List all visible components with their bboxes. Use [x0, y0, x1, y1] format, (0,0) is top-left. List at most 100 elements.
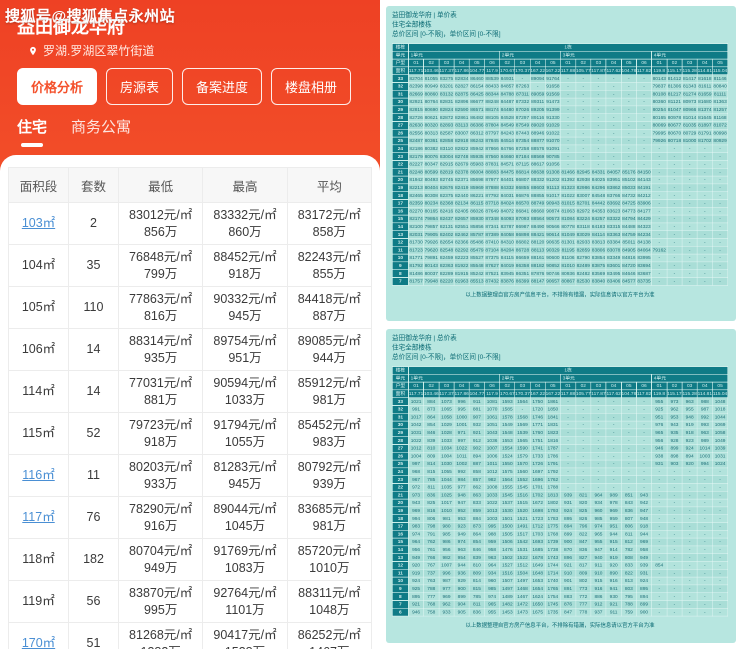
min-price-cell: 77863元/㎡ 816万	[117, 286, 204, 329]
type-label: 06	[484, 58, 500, 68]
area-segment-link[interactable]: 170㎡	[22, 636, 55, 649]
unit-price-cell: -	[681, 144, 698, 153]
tab-price-analysis[interactable]: 价格分析	[17, 68, 98, 105]
total-price-cell: 925	[651, 405, 668, 414]
table-row: 103㎡ 2 83012元/㎡ 856万 83332元/㎡ 860万 83172元/㎡ 858…	[8, 202, 373, 245]
total-price-cell: 952	[453, 506, 470, 515]
area-segment-link[interactable]: 103㎡	[22, 216, 55, 230]
price-total: 1467万	[289, 644, 370, 649]
unit-price-cell: -	[560, 97, 576, 107]
tab-photo-album[interactable]: 楼盘相册	[271, 68, 352, 105]
type-label: 05	[620, 381, 637, 391]
unit-price-cell: 83110	[438, 144, 455, 153]
unit-price-cell: -	[712, 214, 729, 224]
area-segment-link[interactable]: 116㎡	[22, 468, 54, 482]
unit-price-cell: 86677	[468, 97, 485, 107]
unit-price-cell: 85011	[620, 238, 637, 247]
unit-price-cell: 83862	[605, 183, 622, 192]
unit-price-cell: 87410	[484, 238, 500, 247]
total-price-cell: 1065	[438, 405, 455, 414]
unit-price-cell: -	[696, 238, 713, 247]
total-price-cell: 1696	[529, 475, 546, 484]
total-price-cell: -	[575, 412, 592, 422]
total-price-cell: -	[636, 475, 652, 484]
category-residential[interactable]: 住宅	[17, 116, 47, 147]
unit-price-cell: 88344	[484, 89, 500, 99]
total-price-cell: 900	[453, 584, 470, 593]
unit-group: 2单元	[499, 50, 561, 60]
unit-price-cell: 83495	[605, 269, 622, 278]
tab-listing-table[interactable]: 房源表	[106, 68, 174, 105]
total-price-cell: -	[560, 475, 576, 484]
floor-label: 26	[391, 451, 409, 461]
total-price-cell: -	[620, 444, 637, 453]
total-price-cell: 894	[560, 522, 576, 531]
total-price-cell: -	[620, 420, 637, 430]
price-per-sqm: 83172元/㎡	[297, 208, 361, 223]
floor-label: 30	[391, 97, 409, 107]
floor-label: 10	[391, 253, 409, 263]
unit-price-cell: 82459	[438, 253, 455, 263]
unit-price-cell: 82986	[575, 183, 592, 192]
price-per-sqm: 81283元/㎡	[213, 460, 277, 475]
total-price-cell: 931	[636, 568, 652, 578]
unit-price-cell: -	[651, 277, 668, 286]
unit-price-cell: 83078	[605, 245, 622, 255]
area-cell: 119㎡	[8, 580, 69, 623]
unit-price-cell: 82220	[438, 277, 455, 286]
total-price-cell: 1530	[499, 506, 516, 515]
area-label: 117.71	[408, 66, 425, 75]
total-price-cell: 857	[468, 475, 485, 484]
unit-price-cell: -	[681, 261, 698, 270]
unit-price-cell: 88576	[529, 144, 546, 153]
unit-price-cell: 86115	[468, 199, 485, 208]
type-label: 03	[438, 381, 455, 391]
avg-price-cell: 86252元/㎡1467万	[286, 622, 373, 649]
unit-price-cell: -	[590, 105, 607, 114]
unit-price-cell: -	[620, 121, 637, 130]
unit-price-cell: 82859	[575, 245, 592, 255]
unit-price-cell: -	[636, 128, 652, 138]
unit-price-cell: 87804	[484, 121, 500, 130]
total-price-cell: 1022	[484, 498, 500, 508]
unit-price-cell: 82676	[438, 183, 455, 192]
unit-price-cell: 80599	[423, 167, 440, 177]
total-price-cell: 1841	[544, 412, 561, 422]
total-price-cell: 1502	[499, 553, 516, 562]
total-price-cell: 989	[605, 490, 622, 500]
unit-price-cell: 82657	[453, 214, 470, 224]
unit-price-cell: 87389	[484, 230, 500, 239]
table-row: 117㎡ 76 78290元/㎡ 916万 89044元/㎡ 1045万 83685元/㎡ 9…	[8, 496, 373, 539]
total-price-cell: -	[666, 568, 683, 578]
category-apartment[interactable]: 商务公寓	[71, 116, 131, 147]
unit-price-cell: 88105	[484, 113, 500, 122]
unit-price-cell: 82945	[575, 167, 592, 177]
total-price-cell: 822	[575, 529, 592, 539]
area-label: 115.17	[666, 66, 683, 75]
total-price-cell: 949	[408, 553, 425, 562]
total-price-cell: -	[696, 553, 713, 562]
price-total: 887万	[312, 308, 346, 323]
total-price-cell: 820	[575, 498, 592, 508]
type-label: 04	[696, 58, 713, 68]
total-price-cell: -	[696, 490, 713, 500]
unit-price-cell: 84177	[636, 206, 652, 216]
area-segment-link[interactable]: 117㎡	[22, 510, 54, 524]
unit-price-cell: 82551	[453, 222, 470, 231]
total-price-cell: 1754	[544, 592, 561, 601]
area-label: 170.37	[514, 389, 531, 398]
unit-price-cell: 83007	[453, 128, 470, 138]
unit-price-cell: 87649	[484, 206, 500, 216]
total-price-cell: 1791	[544, 459, 561, 469]
unit-price-cell: 79162	[651, 245, 668, 255]
total-price-cell: -	[590, 459, 607, 469]
tab-filing-progress[interactable]: 备案进度	[182, 68, 263, 105]
floor-label: 15	[391, 537, 409, 547]
unit-price-cell: -	[712, 183, 729, 192]
total-price-cell: -	[696, 475, 713, 484]
total-price-cell: -	[681, 584, 698, 593]
total-price-cell: 928	[666, 436, 683, 445]
unit-price-cell: 83735	[636, 277, 652, 286]
total-price-cell: 1506	[499, 537, 516, 547]
unit-price-cell: 88749	[529, 199, 546, 208]
